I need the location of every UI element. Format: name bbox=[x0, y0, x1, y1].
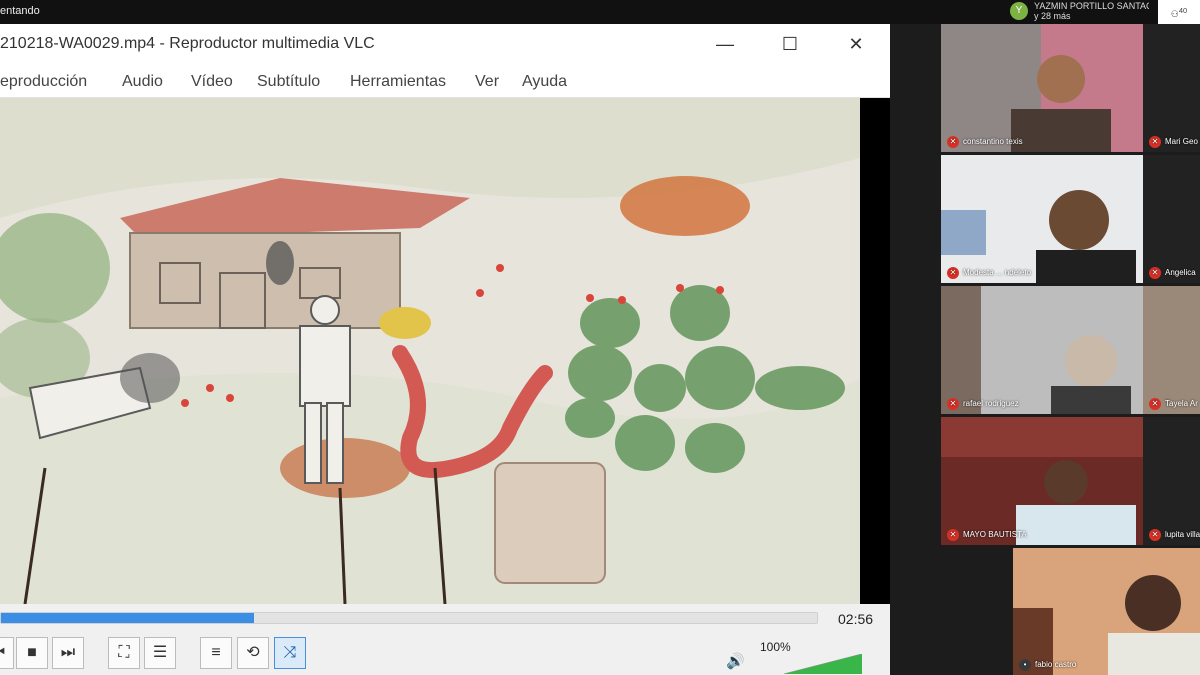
video-area[interactable] bbox=[0, 98, 890, 604]
people-count: 40 bbox=[1178, 6, 1188, 15]
shuffle-button[interactable]: ⤨ bbox=[274, 637, 306, 669]
playlist-button[interactable]: ≡ bbox=[200, 637, 232, 669]
mic-off-icon: ✕ bbox=[1149, 136, 1161, 148]
participant-tile[interactable]: ✕ Angelica bbox=[1143, 155, 1200, 283]
volume-slider[interactable] bbox=[784, 654, 862, 674]
participant-tile[interactable]: ✕ Mari Geo bbox=[1143, 24, 1200, 152]
mic-off-icon: ✕ bbox=[1149, 267, 1161, 279]
presenter-name: YAZMIN PORTILLO SANTAC... bbox=[1034, 1, 1149, 11]
presenting-status: entando bbox=[0, 5, 40, 17]
menu-herramientas[interactable]: Herramientas bbox=[350, 73, 446, 91]
window-title: 210218-WA0029.mp4 - Reproductor multimed… bbox=[0, 35, 375, 52]
participant-tile[interactable]: ✕ lupita villa bbox=[1143, 417, 1200, 545]
participant-label: ✕ Mari Geo bbox=[1149, 136, 1198, 148]
vlc-titlebar: 210218-WA0029.mp4 - Reproductor multimed… bbox=[0, 24, 890, 64]
vlc-window: 210218-WA0029.mp4 - Reproductor multimed… bbox=[0, 24, 890, 675]
menu-audio[interactable]: Audio bbox=[122, 73, 163, 91]
participant-label: • fabio castro bbox=[1019, 659, 1076, 671]
menu-reproduccion[interactable]: eproducción bbox=[0, 73, 87, 91]
participant-video bbox=[941, 417, 1143, 545]
menu-subtitulo[interactable]: Subtítulo bbox=[257, 73, 320, 91]
mic-off-icon: ✕ bbox=[1149, 398, 1161, 410]
meet-top-bar: entando Y YAZMIN PORTILLO SANTAC... y 28… bbox=[0, 0, 1200, 24]
speaker-icon[interactable]: 🔊 bbox=[726, 652, 745, 670]
mic-off-icon: ✕ bbox=[947, 529, 959, 541]
participant-video bbox=[941, 286, 1143, 414]
seek-bar-progress bbox=[1, 613, 254, 623]
extended-settings-button[interactable]: ☰ bbox=[144, 637, 176, 669]
mic-off-icon: ✕ bbox=[1149, 529, 1161, 541]
loop-button[interactable]: ⟲ bbox=[237, 637, 269, 669]
minimize-button[interactable]: — bbox=[708, 28, 742, 60]
menu-ver[interactable]: Ver bbox=[475, 73, 499, 91]
previous-icon[interactable]: ⏮ bbox=[0, 637, 14, 669]
mic-off-icon: ✕ bbox=[947, 267, 959, 279]
seek-bar[interactable] bbox=[0, 612, 818, 624]
presenter-info[interactable]: YAZMIN PORTILLO SANTAC... y 28 más bbox=[1034, 1, 1149, 21]
participant-label: ✕ Tayela Ar bbox=[1149, 398, 1198, 410]
maximize-button[interactable]: ☐ bbox=[773, 28, 807, 60]
mic-off-icon: ✕ bbox=[947, 136, 959, 148]
vlc-controls: 02:56 ⏮ ■ ⏭ ⛶ ☰ ≡ ⟲ ⤨ 🔊 100% bbox=[0, 604, 890, 675]
participant-tile[interactable]: ✕ constantino texis bbox=[941, 24, 1143, 152]
participant-tile[interactable]: ✕ Modesta ... ndeleto bbox=[941, 155, 1143, 283]
participant-label: ✕ lupita villa bbox=[1149, 529, 1200, 541]
participant-tile[interactable]: ✕ Tayela Ar bbox=[1143, 286, 1200, 414]
people-icon: ⚇ bbox=[1170, 9, 1179, 19]
participant-label: ✕ Modesta ... ndeleto bbox=[947, 267, 1031, 279]
participant-label: ✕ MAYO BAUTISTA bbox=[947, 529, 1027, 541]
time-display: 02:56 bbox=[838, 611, 874, 627]
mic-icon: • bbox=[1019, 659, 1031, 671]
participant-tile[interactable]: ✕ MAYO BAUTISTA bbox=[941, 417, 1143, 545]
menu-ayuda[interactable]: Ayuda bbox=[522, 73, 567, 91]
video-frame-drawing bbox=[0, 98, 860, 604]
participant-label: ✕ rafael rodriguez bbox=[947, 398, 1019, 410]
volume-percent: 100% bbox=[760, 640, 791, 654]
participant-tile[interactable]: ✕ rafael rodriguez bbox=[941, 286, 1143, 414]
menu-video[interactable]: Vídeo bbox=[191, 73, 233, 91]
participant-label: ✕ constantino texis bbox=[947, 136, 1023, 148]
participant-video bbox=[1013, 548, 1200, 675]
participant-video bbox=[941, 155, 1143, 283]
presenter-more: y 28 más bbox=[1034, 11, 1071, 21]
mic-off-icon: ✕ bbox=[947, 398, 959, 410]
close-button[interactable]: ✕ bbox=[839, 28, 873, 60]
participant-label: ✕ Angelica bbox=[1149, 267, 1196, 279]
participant-tile-self[interactable]: • fabio castro bbox=[1013, 548, 1200, 675]
presenter-avatar: Y bbox=[1010, 2, 1028, 20]
stop-button[interactable]: ■ bbox=[16, 637, 48, 669]
next-button[interactable]: ⏭ bbox=[52, 637, 84, 669]
screen: entando Y YAZMIN PORTILLO SANTAC... y 28… bbox=[0, 0, 1200, 675]
people-button[interactable]: ⚇40 bbox=[1158, 0, 1200, 24]
vlc-menubar: eproducción Audio Vídeo Subtítulo Herram… bbox=[0, 64, 890, 98]
participant-video bbox=[941, 24, 1143, 152]
fullscreen-button[interactable]: ⛶ bbox=[108, 637, 140, 669]
